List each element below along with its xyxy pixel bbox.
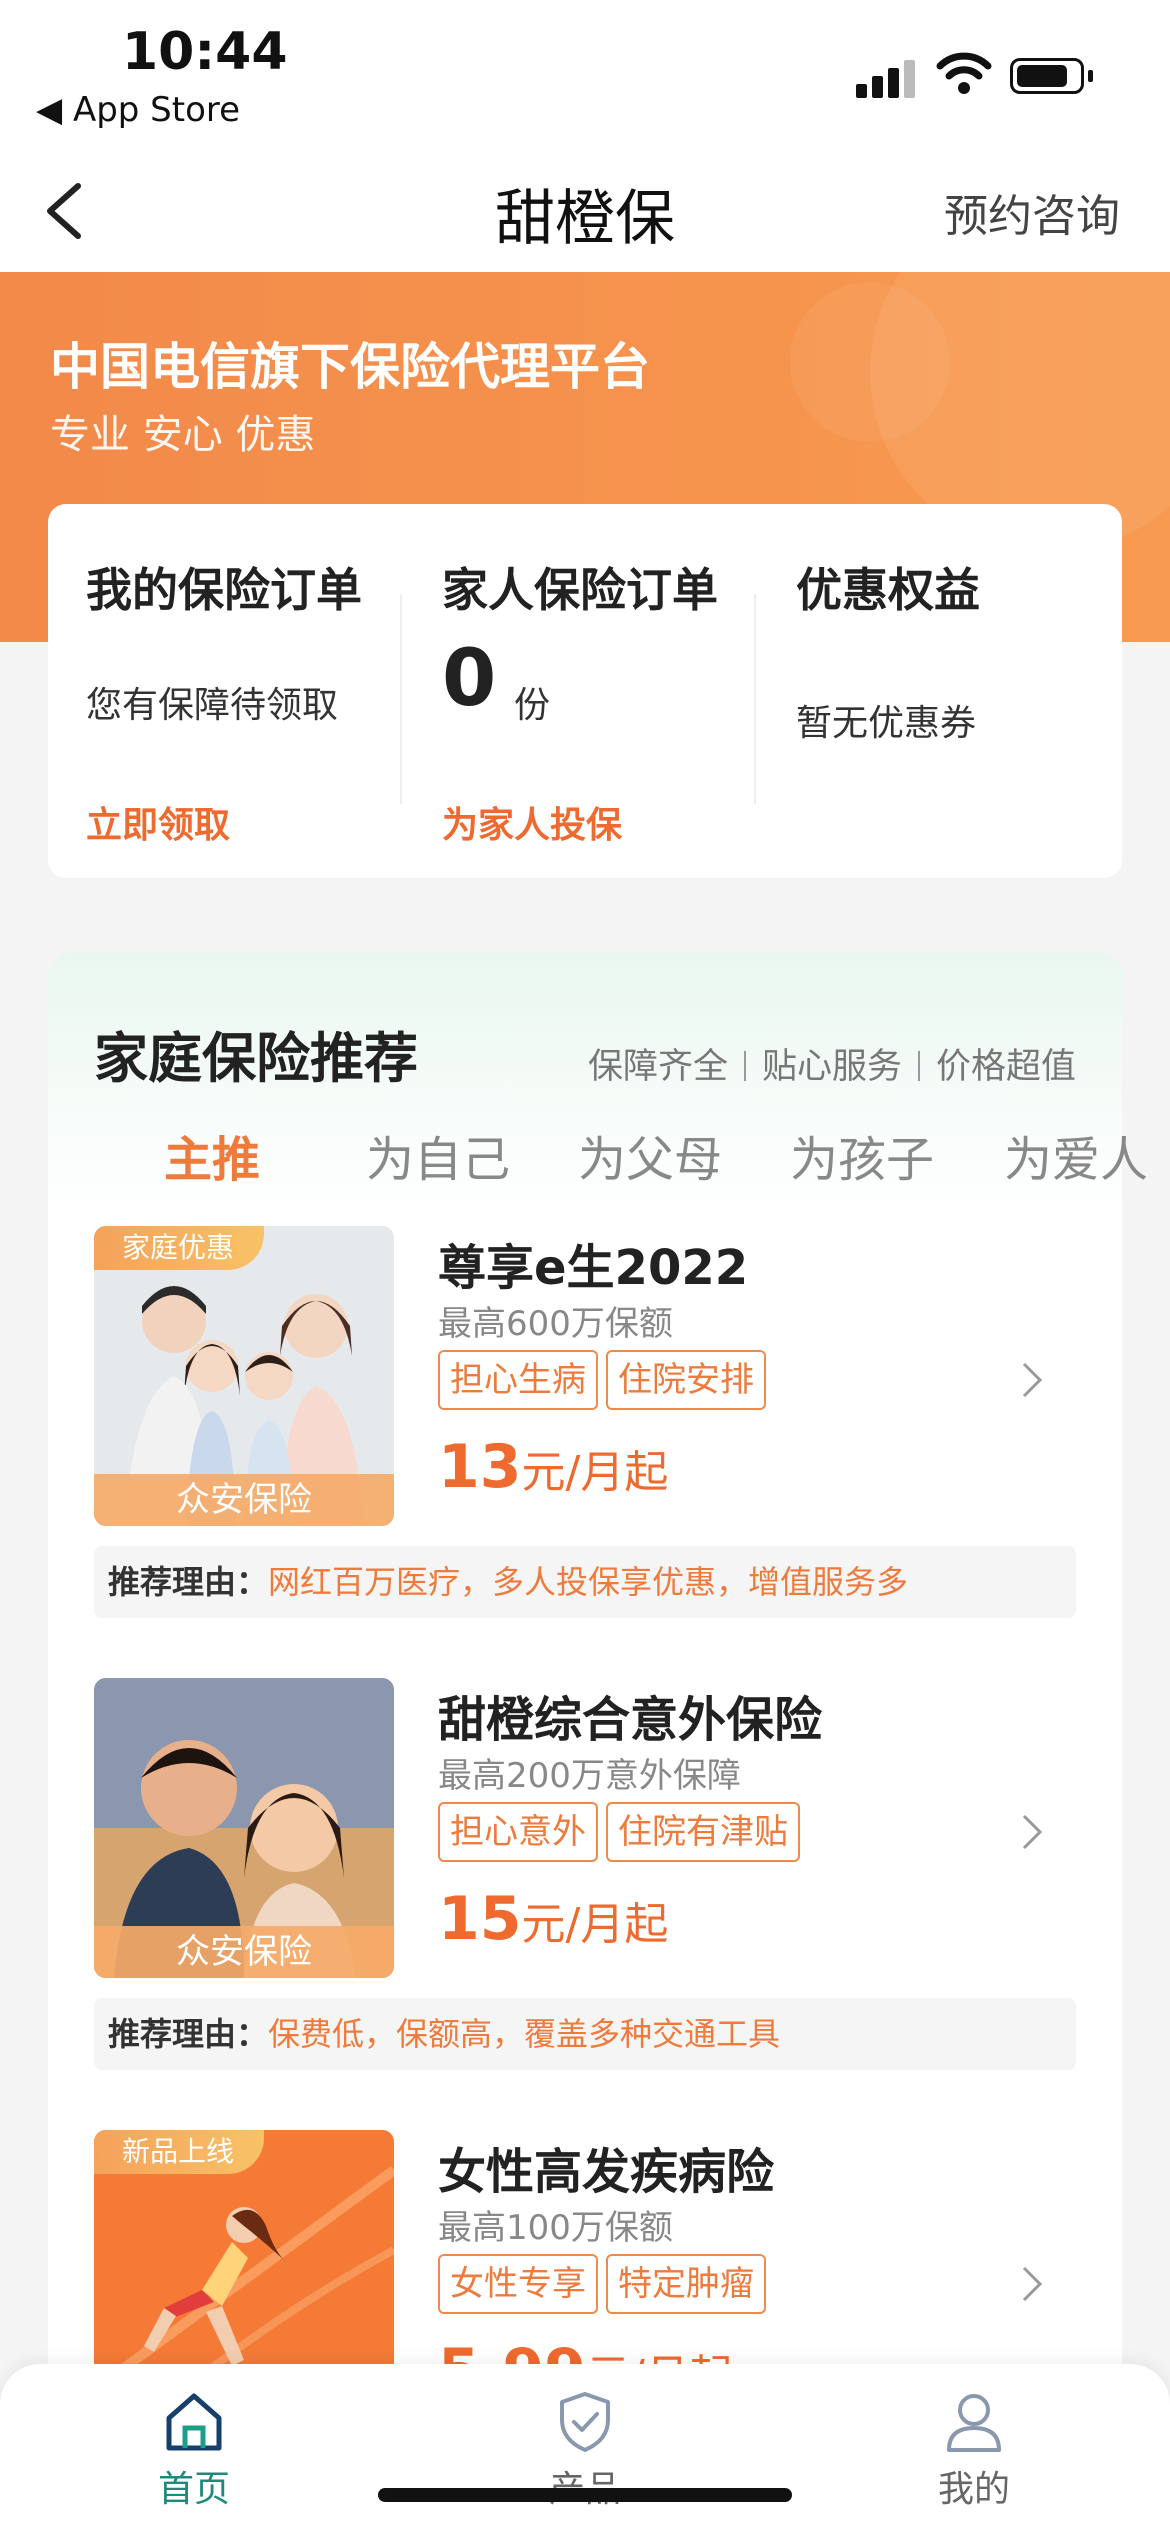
product-tag: 住院有津贴 <box>606 1802 800 1862</box>
product-coverage: 最高100万保额 <box>438 2208 673 2248</box>
tab-parents[interactable]: 为父母 <box>578 1120 722 1190</box>
family-insurance-section: 家庭保险推荐 保障齐全 贴心服务 价格超值 主推 为自己 为父母 为孩子 为爱人 家… <box>48 952 1148 2532</box>
status-bar: 10:44 ◀ App Store <box>0 0 1170 150</box>
section-tags: 保障齐全 贴心服务 价格超值 <box>588 1038 1076 1089</box>
tab-spouse[interactable]: 为爱人 <box>1004 1120 1148 1190</box>
reason-label: 推荐理由： <box>108 2015 269 2053</box>
recommend-reason: 推荐理由：网红百万医疗，多人投保享优惠，增值服务多 <box>94 1546 1076 1618</box>
product-image: 众安保险 <box>94 1678 394 1978</box>
chevron-right-icon <box>1022 2266 1043 2302</box>
product-name: 女性高发疾病险 <box>438 2144 775 2200</box>
benefits-title: 优惠权益 <box>796 563 980 617</box>
category-tabs: 主推 为自己 为父母 为孩子 为爱人 <box>116 1120 1148 1190</box>
wifi-icon <box>936 52 992 94</box>
product-tag: 担心意外 <box>438 1802 598 1862</box>
product-tags: 担心生病 住院安排 <box>438 1350 774 1410</box>
product-badge: 新品上线 <box>94 2130 265 2174</box>
section-tag: 价格超值 <box>935 1047 1076 1087</box>
back-to-app-store-link[interactable]: ◀ App Store <box>36 90 240 130</box>
benefits-text: 暂无优惠券 <box>796 703 977 744</box>
status-time: 10:44 <box>122 22 288 82</box>
my-orders-column[interactable]: 我的保险订单 您有保障待领取 立即领取 <box>86 504 416 878</box>
battery-icon <box>1010 58 1084 94</box>
benefits-column[interactable]: 优惠权益 暂无优惠券 <box>796 504 1096 878</box>
reason-text: 保费低，保额高，覆盖多种交通工具 <box>268 2015 781 2053</box>
user-icon <box>947 2394 1001 2452</box>
claim-now-link[interactable]: 立即领取 <box>86 796 230 848</box>
tab-self[interactable]: 为自己 <box>366 1120 510 1190</box>
hero-subtitle: 专业 安心 优惠 <box>50 412 316 458</box>
home-indicator <box>378 2488 792 2502</box>
price-unit: 元/月起 <box>521 1447 669 1498</box>
product-price: 15元/月起 <box>438 1884 668 1954</box>
tab-main[interactable]: 主推 <box>164 1120 260 1190</box>
recommend-reason: 推荐理由：保费低，保额高，覆盖多种交通工具 <box>94 1998 1076 2070</box>
chevron-right-icon <box>1022 1814 1043 1850</box>
tab-children[interactable]: 为孩子 <box>790 1120 934 1190</box>
chevron-right-icon <box>1022 1362 1043 1398</box>
tab-home[interactable]: 首页 <box>124 2388 264 2512</box>
section-tag: 保障齐全 <box>587 1047 728 1087</box>
product-tags: 女性专享 特定肿瘤 <box>438 2254 774 2314</box>
cellular-signal-icon <box>856 58 916 98</box>
product-tag: 担心生病 <box>438 1350 598 1410</box>
nav-bar: 甜橙保 预约咨询 <box>0 150 1170 272</box>
product-card[interactable]: 家庭优惠 众安保险 尊享e生2022 最高600万保额 担心生病 住院安排 13元… <box>94 1226 1076 1626</box>
tab-label: 产品 <box>515 2460 655 2512</box>
bottom-tab-bar: 首页 产品 我的 <box>0 2364 1170 2532</box>
product-tag: 女性专享 <box>438 2254 598 2314</box>
family-orders-column[interactable]: 家人保险订单 0 份 为家人投保 <box>442 504 772 878</box>
shield-icon <box>560 2392 610 2452</box>
hero-decoration <box>790 282 950 442</box>
family-orders-title: 家人保险订单 <box>442 563 718 617</box>
order-summary-card: 我的保险订单 您有保障待领取 立即领取 家人保险订单 0 份 为家人投保 优惠权… <box>48 504 1122 878</box>
product-badge: 家庭优惠 <box>94 1226 265 1270</box>
price-number: 15 <box>438 1884 522 1954</box>
consult-button[interactable]: 预约咨询 <box>944 180 1120 244</box>
insurer-label: 众安保险 <box>94 1926 394 1978</box>
tag-separator <box>917 1051 920 1081</box>
tab-mine[interactable]: 我的 <box>904 2388 1044 2512</box>
battery-tip <box>1088 70 1093 82</box>
family-orders-unit: 份 <box>514 685 551 726</box>
my-orders-title: 我的保险订单 <box>86 563 362 617</box>
product-name: 尊享e生2022 <box>438 1240 749 1296</box>
tab-label: 首页 <box>157 2469 230 2510</box>
product-name: 甜橙综合意外保险 <box>438 1692 823 1748</box>
product-tag: 住院安排 <box>606 1350 766 1410</box>
hero-title: 中国电信旗下保险代理平台 <box>50 338 650 396</box>
tab-label: 我的 <box>937 2469 1010 2510</box>
my-orders-text: 您有保障待领取 <box>86 685 339 726</box>
insurer-label: 众安保险 <box>94 1474 394 1526</box>
divider <box>754 594 756 804</box>
product-coverage: 最高200万意外保障 <box>438 1756 741 1796</box>
price-unit: 元/月起 <box>521 1899 669 1950</box>
section-title: 家庭保险推荐 <box>94 1027 418 1090</box>
insure-family-link[interactable]: 为家人投保 <box>442 796 622 848</box>
product-coverage: 最高600万保额 <box>438 1304 673 1344</box>
product-image: 家庭优惠 众安保险 <box>94 1226 394 1526</box>
product-tags: 担心意外 住院有津贴 <box>438 1802 808 1862</box>
reason-label: 推荐理由： <box>108 1563 269 1601</box>
home-icon <box>166 2393 222 2451</box>
product-price: 13元/月起 <box>438 1432 668 1502</box>
section-tag: 贴心服务 <box>761 1047 902 1087</box>
tag-separator <box>743 1051 746 1081</box>
reason-text: 网红百万医疗，多人投保享优惠，增值服务多 <box>268 1563 909 1601</box>
product-tag: 特定肿瘤 <box>606 2254 766 2314</box>
divider <box>400 594 402 804</box>
family-orders-count: 0 <box>442 634 497 724</box>
product-card[interactable]: 众安保险 甜橙综合意外保险 最高200万意外保障 担心意外 住院有津贴 15元/月… <box>94 1678 1076 2078</box>
price-number: 13 <box>438 1432 522 1502</box>
